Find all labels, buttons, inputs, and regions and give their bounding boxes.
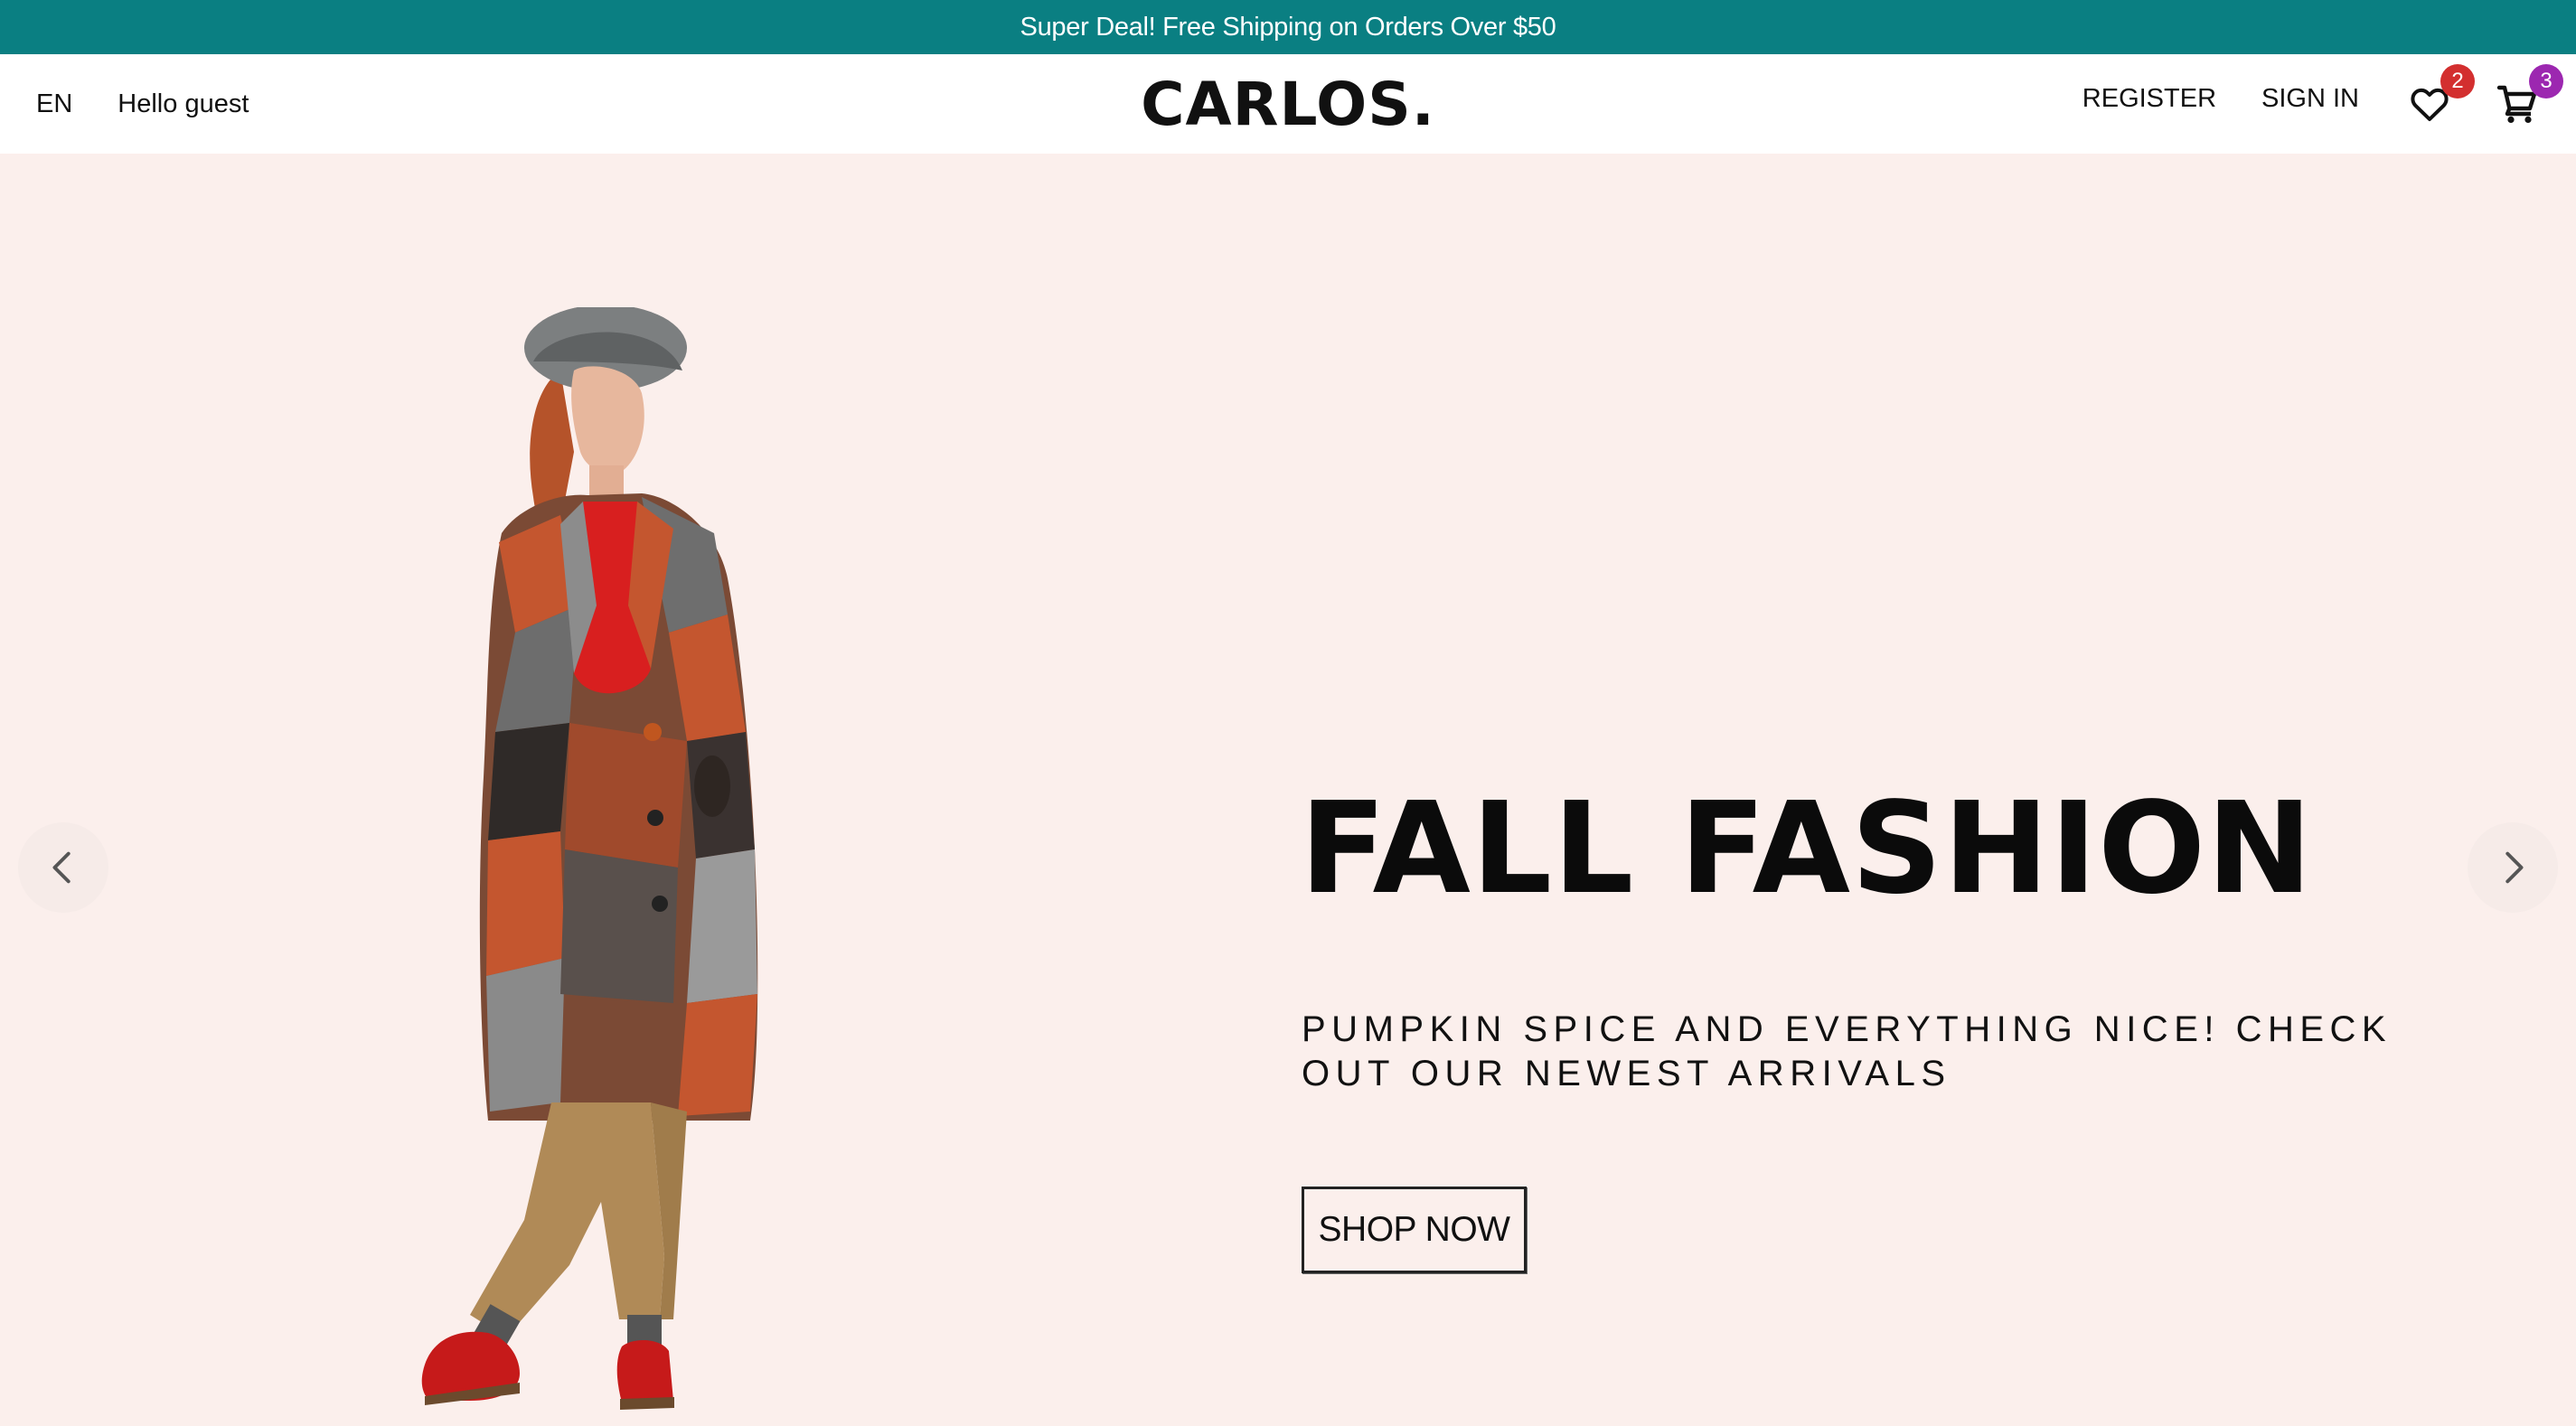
wishlist-count-badge: 2 (2440, 64, 2475, 99)
hero-model-image (421, 307, 758, 1410)
logo[interactable]: CARLOS. (1141, 54, 1435, 154)
cart-count-badge: 3 (2529, 64, 2563, 99)
hero-subtitle: PUMPKIN SPICE AND EVERYTHING NICE! CHECK… (1302, 1009, 2393, 1093)
shop-now-button[interactable]: SHOP NOW (1302, 1187, 1527, 1273)
hero-title: FALL FASHION (1300, 775, 2314, 923)
slider-next-button[interactable] (2468, 822, 2558, 913)
nav-left: EN Hello guest (36, 54, 249, 154)
chevron-left-icon (52, 851, 71, 884)
language-selector[interactable]: EN (36, 89, 72, 119)
navbar: EN Hello guest CARLOS. REGISTER SIGN IN … (0, 54, 2576, 154)
signin-link[interactable]: SIGN IN (2261, 84, 2359, 114)
chevron-right-icon (2505, 851, 2524, 884)
announcement-bar: Super Deal! Free Shipping on Orders Over… (0, 0, 2576, 54)
announcement-text: Super Deal! Free Shipping on Orders Over… (1020, 12, 1556, 42)
cart-button[interactable]: 3 (2496, 64, 2563, 126)
slider-prev-button[interactable] (18, 822, 108, 913)
register-link[interactable]: REGISTER (2082, 84, 2216, 114)
hero-slider: FALL FASHION PUMPKIN SPICE AND EVERYTHIN… (0, 154, 2576, 1426)
wishlist-button[interactable]: 2 (2408, 64, 2475, 126)
greeting-text: Hello guest (118, 89, 249, 118)
nav-right: REGISTER SIGN IN 2 3 (2082, 54, 2563, 154)
